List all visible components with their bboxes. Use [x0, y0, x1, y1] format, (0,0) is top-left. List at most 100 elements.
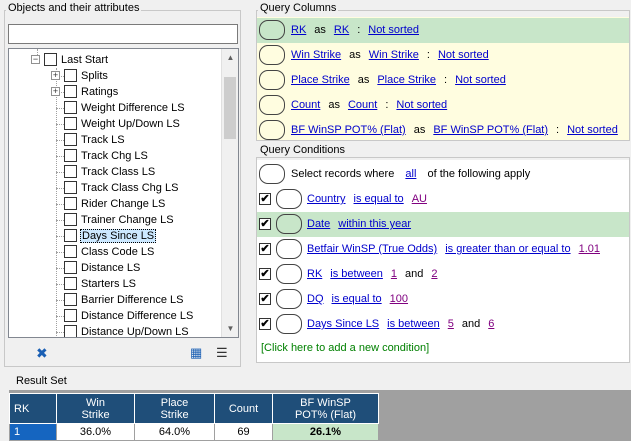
result-header-win-strike[interactable]: Win Strike — [56, 393, 135, 424]
condition-field-link[interactable]: Days Since LS — [307, 318, 379, 330]
result-header-place-strike[interactable]: Place Strike — [134, 393, 215, 424]
tree-node-barrier-difference-ls[interactable]: Barrier Difference LS — [64, 292, 185, 308]
condition-field-link[interactable]: Country — [307, 193, 346, 205]
column-field-link[interactable]: Win Strike — [291, 49, 341, 61]
tree-node-class-code-ls[interactable]: Class Code LS — [64, 244, 155, 260]
tree-node-rider-change-ls[interactable]: Rider Change LS — [64, 196, 166, 212]
condition-row[interactable]: ✔ RK is between 1 and 2 — [257, 262, 629, 287]
column-sort-link[interactable]: Not sorted — [567, 124, 618, 136]
condition-row[interactable]: ✔ Betfair WinSP (True Odds) is greater tha… — [257, 237, 629, 262]
condition-checkbox[interactable]: ✔ — [259, 318, 271, 330]
condition-selector-pill[interactable] — [276, 264, 302, 284]
column-field-link[interactable]: RK — [291, 24, 306, 36]
tree-checkbox[interactable] — [64, 324, 77, 337]
column-alias-link[interactable]: Count — [348, 99, 377, 111]
select-mode-pill[interactable] — [259, 164, 285, 184]
condition-value2-link[interactable]: 6 — [488, 318, 494, 330]
condition-value-link[interactable]: 1.01 — [579, 243, 600, 255]
scroll-up-icon[interactable]: ▲ — [222, 49, 238, 66]
tree-checkbox[interactable] — [44, 52, 57, 66]
tree-checkbox[interactable] — [64, 164, 77, 178]
tree-node-splits[interactable]: + Splits — [51, 68, 109, 84]
condition-row[interactable]: ✔ Country is equal to AU — [257, 187, 629, 212]
tree-node-starters-ls[interactable]: Starters LS — [64, 276, 137, 292]
tree-checkbox[interactable] — [64, 148, 77, 162]
wand-icon[interactable]: ✖ — [36, 345, 48, 362]
condition-checkbox[interactable]: ✔ — [259, 218, 271, 230]
tree-node-distance-difference-ls[interactable]: Distance Difference LS — [64, 308, 194, 324]
column-alias-link[interactable]: Win Strike — [369, 49, 419, 61]
tree-checkbox[interactable] — [64, 180, 77, 194]
tree-node-track-class-chg-ls[interactable]: Track Class Chg LS — [64, 180, 179, 196]
column-sort-link[interactable]: Not sorted — [455, 74, 506, 86]
grid-view-icon[interactable]: ▦ — [190, 345, 202, 361]
column-field-link[interactable]: Place Strike — [291, 74, 350, 86]
result-header-bf-winsp-pot-flat[interactable]: BF WinSP POT% (Flat) — [272, 393, 379, 424]
query-column-row[interactable]: Place Strike as Place Strike: Not sorted — [257, 68, 629, 93]
column-field-link[interactable]: Count — [291, 99, 320, 111]
tree-checkbox[interactable] — [64, 196, 77, 210]
condition-value-link[interactable]: AU — [412, 193, 427, 205]
add-condition-link[interactable]: [Click here to add a new condition] — [261, 342, 429, 354]
condition-row[interactable]: ✔ DQ is equal to 100 — [257, 287, 629, 312]
column-sort-link[interactable]: Not sorted — [438, 49, 489, 61]
query-column-row[interactable]: Count as Count: Not sorted — [257, 93, 629, 118]
condition-operator-link[interactable]: is between — [330, 268, 383, 280]
column-sort-link[interactable]: Not sorted — [396, 99, 447, 111]
tree-node-distance-ls[interactable]: Distance LS — [64, 260, 141, 276]
expand-icon[interactable]: + — [51, 87, 60, 96]
tree-node-distance-up-down-ls[interactable]: Distance Up/Down LS — [64, 324, 190, 337]
condition-selector-pill[interactable] — [276, 289, 302, 309]
condition-field-link[interactable]: DQ — [307, 293, 324, 305]
condition-value-link[interactable]: 5 — [448, 318, 454, 330]
column-selector-pill[interactable] — [259, 120, 285, 140]
tree-node-track-chg-ls[interactable]: Track Chg LS — [64, 148, 149, 164]
condition-operator-link[interactable]: within this year — [338, 218, 411, 230]
object-tree[interactable]: − Last Start + Splits + Ratings Weight Differe… — [8, 48, 239, 338]
column-sort-link[interactable]: Not sorted — [368, 24, 419, 36]
query-column-row[interactable]: Win Strike as Win Strike: Not sorted — [257, 43, 629, 68]
tree-node-last-start[interactable]: − Last Start — [31, 52, 109, 68]
tree-scrollbar[interactable]: ▲ ▼ — [221, 49, 238, 337]
query-column-row[interactable]: RK as RK: Not sorted — [257, 18, 629, 43]
tree-checkbox[interactable] — [64, 132, 77, 146]
tree-node-weight-difference-ls[interactable]: Weight Difference LS — [64, 100, 186, 116]
tree-node-trainer-change-ls[interactable]: Trainer Change LS — [64, 212, 175, 228]
tree-node-track-class-ls[interactable]: Track Class LS — [64, 164, 156, 180]
condition-selector-pill[interactable] — [276, 189, 302, 209]
column-alias-link[interactable]: Place Strike — [377, 74, 436, 86]
collapse-icon[interactable]: − — [31, 55, 40, 64]
result-header-count[interactable]: Count — [214, 393, 273, 424]
column-selector-pill[interactable] — [259, 70, 285, 90]
scroll-thumb[interactable] — [224, 77, 236, 139]
tree-node-weight-up-down-ls[interactable]: Weight Up/Down LS — [64, 116, 181, 132]
result-header-rk[interactable]: RK — [9, 393, 57, 424]
condition-checkbox[interactable]: ✔ — [259, 243, 271, 255]
tree-checkbox[interactable] — [64, 100, 77, 114]
object-search-input[interactable] — [8, 24, 238, 44]
condition-selector-pill[interactable] — [276, 214, 302, 234]
tree-node-ratings[interactable]: + Ratings — [51, 84, 119, 100]
condition-checkbox[interactable]: ✔ — [259, 293, 271, 305]
tree-node-days-since-ls[interactable]: Days Since LS — [64, 228, 157, 244]
condition-checkbox[interactable]: ✔ — [259, 268, 271, 280]
condition-value2-link[interactable]: 2 — [431, 268, 437, 280]
tree-node-track-ls[interactable]: Track LS — [64, 132, 126, 148]
tree-checkbox[interactable] — [64, 292, 77, 306]
result-row[interactable]: 1 36.0% 64.0% 69 26.1% — [9, 423, 379, 441]
condition-selector-pill[interactable] — [276, 239, 302, 259]
condition-operator-link[interactable]: is greater than or equal to — [445, 243, 570, 255]
tree-checkbox[interactable] — [64, 68, 77, 82]
column-selector-pill[interactable] — [259, 45, 285, 65]
condition-value-link[interactable]: 100 — [390, 293, 408, 305]
condition-field-link[interactable]: Betfair WinSP (True Odds) — [307, 243, 437, 255]
tree-checkbox[interactable] — [64, 244, 77, 258]
expand-icon[interactable]: + — [51, 71, 60, 80]
column-selector-pill[interactable] — [259, 95, 285, 115]
condition-row[interactable]: ✔ Date within this year — [257, 212, 629, 237]
tree-checkbox[interactable] — [64, 84, 77, 98]
condition-row[interactable]: ✔ Days Since LS is between 5 and 6 — [257, 312, 629, 337]
column-alias-link[interactable]: BF WinSP POT% (Flat) — [433, 124, 548, 136]
condition-operator-link[interactable]: is equal to — [332, 293, 382, 305]
condition-field-link[interactable]: Date — [307, 218, 330, 230]
